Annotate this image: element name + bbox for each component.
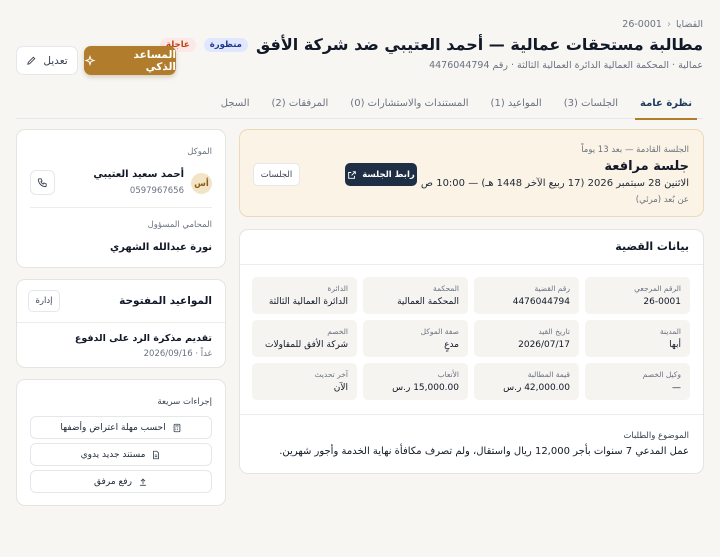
field-claim-value: قيمة المطالبة 42,000.00 ر.س xyxy=(474,363,579,400)
appointments-heading: المواعيد المفتوحة xyxy=(119,295,212,307)
field-fees: الأتعاب 15,000.00 ر.س xyxy=(363,363,468,400)
manage-button[interactable]: إدارة xyxy=(28,290,60,312)
quick-actions-heading: إجراءات سريعة xyxy=(157,397,212,407)
calculator-icon xyxy=(172,423,182,433)
field-client-role: صفة الموكل مدعٍ xyxy=(363,320,468,357)
field-opponent: الخصم شركة الأفق للمقاولات xyxy=(252,320,357,357)
title-row: مطالبة مستحقات عمالية — أحمد العتيبي ضد … xyxy=(159,35,703,54)
field-last-update: آخر تحديث الآن xyxy=(252,363,357,400)
divider xyxy=(240,264,703,265)
client-card: الموكل أس أحمد سعيد العتيبي 0597967656 ا… xyxy=(16,129,226,268)
tab-attachments[interactable]: المرفقات (2) xyxy=(261,88,340,119)
tab-overview[interactable]: نظرة عامة xyxy=(629,88,703,120)
page-title: مطالبة مستحقات عمالية — أحمد العتيبي ضد … xyxy=(255,35,703,54)
case-data-card: بيانات القضية الرقم المرجعي 26-0001 رقم ا… xyxy=(239,229,704,474)
divider xyxy=(240,414,703,415)
external-link-icon xyxy=(347,170,357,180)
breadcrumb-root[interactable]: القضايا xyxy=(676,19,703,30)
field-reference: الرقم المرجعي 26-0001 xyxy=(585,277,690,314)
status-badge: منظورة xyxy=(203,37,248,52)
case-subtitle: عمالية · المحكمة العمالية الدائرة العمال… xyxy=(429,60,703,71)
ai-assistant-button[interactable]: المساعد الذكي xyxy=(84,46,176,75)
appointment-date: غداً · 2026/09/16 xyxy=(143,349,212,359)
breadcrumb-current: 26-0001 xyxy=(622,19,662,30)
quick-actions-card: إجراءات سريعة احسب مهلة اعتراض وأضفها مس… xyxy=(16,379,226,506)
next-session-mode: عن بُعد (مرئي) xyxy=(635,195,689,205)
case-data-heading: بيانات القضية xyxy=(615,240,689,253)
new-document-label: مستند جديد يدوي xyxy=(80,449,146,460)
next-session-date: الاثنين 28 سبتمبر 2026 (17 ربيع الآخر 14… xyxy=(420,178,689,189)
upload-icon xyxy=(138,477,148,487)
phone-button[interactable] xyxy=(30,170,55,195)
lawyer-label: المحامي المسؤول xyxy=(147,220,212,230)
breadcrumb: القضايا ‹ 26-0001 xyxy=(622,19,703,30)
pencil-icon xyxy=(26,55,37,66)
lawyer-name: نورة عبدالله الشهري xyxy=(109,242,212,253)
field-court: المحكمة المحكمة العمالية xyxy=(363,277,468,314)
open-appointments-card: المواعيد المفتوحة إدارة تقديم مذكرة الرد… xyxy=(16,279,226,368)
tab-documents[interactable]: المستندات والاستشارات (0) xyxy=(339,88,479,119)
field-case-number: رقم القضية 4476044794 xyxy=(474,277,579,314)
divider xyxy=(17,322,225,323)
tab-sessions[interactable]: الجلسات (3) xyxy=(553,88,629,119)
document-icon xyxy=(151,450,161,460)
next-session-meta: الجلسة القادمة — بعد 13 يوماً xyxy=(581,145,689,155)
calc-deadline-button[interactable]: احسب مهلة اعتراض وأضفها xyxy=(30,416,212,439)
avatar: أس xyxy=(191,173,212,194)
upload-attachment-label: رفع مرفق xyxy=(94,476,132,487)
subject-text: عمل المدعي 7 سنوات بأجر 12,000 ريال واست… xyxy=(279,446,689,457)
new-document-button[interactable]: مستند جديد يدوي xyxy=(30,443,212,466)
client-label: الموكل xyxy=(187,147,212,157)
appointment-title[interactable]: تقديم مذكرة الرد على الدفوع xyxy=(75,333,212,344)
client-phone: 0597967656 xyxy=(129,186,184,196)
session-link-button[interactable]: رابط الجلسة xyxy=(345,163,417,186)
client-name[interactable]: أحمد سعيد العتيبي xyxy=(93,169,184,180)
subject-label: الموضوع والطلبات xyxy=(623,431,689,441)
tab-bar: نظرة عامة الجلسات (3) المواعيد (1) المست… xyxy=(16,88,703,120)
edit-label: تعديل xyxy=(43,54,68,67)
sessions-button[interactable]: الجلسات xyxy=(253,163,300,186)
ai-assistant-label: المساعد الذكي xyxy=(133,48,176,73)
next-session-card: الجلسة القادمة — بعد 13 يوماً جلسة مرافع… xyxy=(239,129,704,217)
field-registration-date: تاريخ القيد 2026/07/17 xyxy=(474,320,579,357)
next-session-title: جلسة مرافعة xyxy=(604,159,689,174)
sparkle-icon xyxy=(84,54,96,67)
divider xyxy=(30,207,212,208)
field-opponent-agent: وكيل الخصم — xyxy=(585,363,690,400)
chevron-left-icon: ‹ xyxy=(666,19,671,30)
edit-button[interactable]: تعديل xyxy=(16,46,78,75)
field-circuit: الدائرة الدائرة العمالية الثالثة xyxy=(252,277,357,314)
session-link-label: رابط الجلسة xyxy=(362,169,415,180)
tab-log[interactable]: السجل xyxy=(210,88,261,119)
upload-attachment-button[interactable]: رفع مرفق xyxy=(30,470,212,493)
tab-appointments[interactable]: المواعيد (1) xyxy=(480,88,553,119)
field-city: المدينة أبها xyxy=(585,320,690,357)
phone-icon xyxy=(37,177,48,188)
calc-deadline-label: احسب مهلة اعتراض وأضفها xyxy=(60,422,166,433)
